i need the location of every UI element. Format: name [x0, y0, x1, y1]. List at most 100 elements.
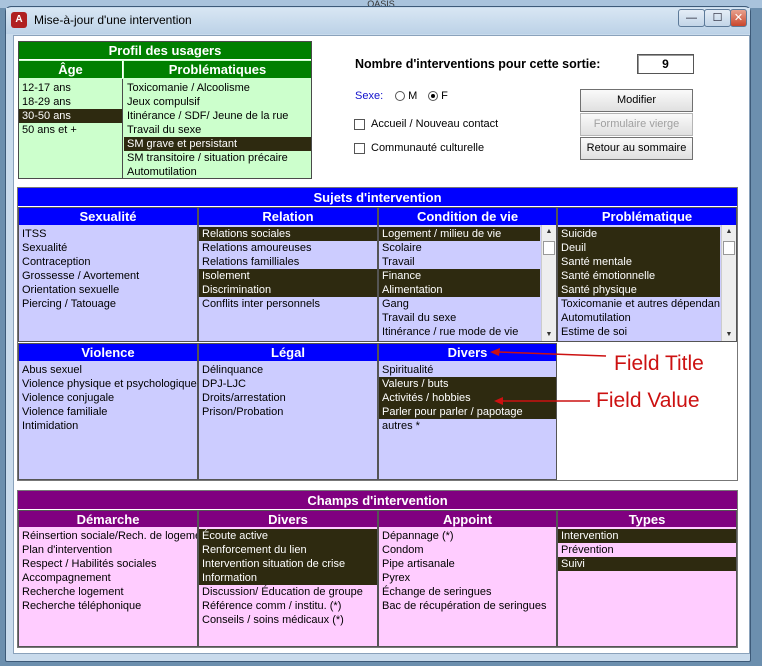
list-item[interactable]: Deuil: [558, 241, 720, 255]
list-item[interactable]: Travail du sexe: [124, 123, 311, 137]
appoint-list[interactable]: Dépannage (*) Condom Pipe artisanale Pyrex É…: [379, 527, 556, 646]
condition-scrollbar[interactable]: ▲ ▼: [541, 225, 556, 341]
list-item[interactable]: DPJ-LJC: [199, 377, 377, 391]
list-item[interactable]: Discussion/ Éducation de groupe: [199, 585, 377, 599]
legal-list[interactable]: Délinquance DPJ-LJC Droits/arrestation Pris…: [199, 361, 377, 479]
list-item[interactable]: 18-29 ans: [19, 95, 122, 109]
list-item[interactable]: Violence conjugale: [19, 391, 197, 405]
accueil-checkbox[interactable]: Accueil / Nouveau contact: [354, 118, 498, 130]
list-item[interactable]: Intervention: [558, 529, 736, 543]
list-item[interactable]: Recherche logement: [19, 585, 197, 599]
relation-list[interactable]: Relations sociales Relations amoureuses Re…: [199, 225, 377, 341]
list-item[interactable]: Gang: [379, 297, 540, 311]
list-item[interactable]: Relations amoureuses: [199, 241, 377, 255]
demarche-list[interactable]: Réinsertion sociale/Rech. de logeme Plan …: [19, 527, 197, 646]
list-item[interactable]: Écoute active: [199, 529, 377, 543]
list-item[interactable]: Santé physique: [558, 283, 720, 297]
list-item[interactable]: Pyrex: [379, 571, 556, 585]
list-item[interactable]: autres *: [379, 419, 556, 433]
list-item[interactable]: Relations familliales: [199, 255, 377, 269]
problematique-list[interactable]: Suicide Deuil Santé mentale Santé émotionne…: [558, 225, 736, 341]
list-item[interactable]: Plan d'intervention: [19, 543, 197, 557]
list-item[interactable]: Suivi: [558, 557, 736, 571]
list-item[interactable]: Conseils / soins médicaux (*): [199, 613, 377, 627]
radio-f[interactable]: [428, 91, 438, 102]
list-item[interactable]: Bac de récupération de seringues: [379, 599, 556, 613]
list-item[interactable]: Pipe artisanale: [379, 557, 556, 571]
list-item[interactable]: Respect / Habilités sociales: [19, 557, 197, 571]
list-item[interactable]: 50 ans et +: [19, 123, 122, 137]
violence-list[interactable]: Abus sexuel Violence physique et psycholo…: [19, 361, 197, 479]
list-item[interactable]: ITSS: [19, 227, 197, 241]
list-item[interactable]: SM transitoire / situation précaire: [124, 151, 311, 165]
list-item[interactable]: Logement / milieu de vie: [379, 227, 540, 241]
list-item[interactable]: 30-50 ans: [19, 109, 122, 123]
list-item[interactable]: Dépannage (*): [379, 529, 556, 543]
count-field[interactable]: 9: [637, 54, 694, 74]
list-item[interactable]: Alimentation: [379, 283, 540, 297]
scroll-thumb[interactable]: [543, 241, 555, 255]
close-button[interactable]: ✕: [730, 9, 747, 27]
scroll-down-icon[interactable]: ▼: [722, 328, 736, 341]
minimize-button[interactable]: —: [678, 9, 705, 27]
list-item[interactable]: Condom: [379, 543, 556, 557]
list-item[interactable]: Prison/Probation: [199, 405, 377, 419]
list-item[interactable]: Piercing / Tatouage: [19, 297, 197, 311]
maximize-button[interactable]: ☐: [704, 9, 731, 27]
sexualite-list[interactable]: ITSS Sexualité Contraception Grossesse / Av…: [19, 225, 197, 341]
list-item[interactable]: Abus sexuel: [19, 363, 197, 377]
list-item[interactable]: 12-17 ans: [19, 81, 122, 95]
list-item[interactable]: Itinérance / rue mode de vie: [379, 325, 540, 339]
list-item[interactable]: Contraception: [19, 255, 197, 269]
scroll-up-icon[interactable]: ▲: [542, 225, 556, 238]
list-item[interactable]: Sexualité: [19, 241, 197, 255]
list-item[interactable]: Prévention: [558, 543, 736, 557]
types-list[interactable]: Intervention Prévention Suivi: [558, 527, 736, 646]
problematiques-list[interactable]: Toxicomanie / Alcoolisme Jeux compulsif It…: [124, 79, 311, 178]
list-item[interactable]: Santé mentale: [558, 255, 720, 269]
sexe-m-option[interactable]: M: [391, 90, 417, 102]
list-item[interactable]: Travail: [379, 255, 540, 269]
list-item[interactable]: Accompagnement: [19, 571, 197, 585]
list-item[interactable]: Grossesse / Avortement: [19, 269, 197, 283]
list-item[interactable]: Suicide: [558, 227, 720, 241]
sexe-f-option[interactable]: F: [424, 90, 448, 102]
list-item[interactable]: Droits/arrestation: [199, 391, 377, 405]
list-item[interactable]: Isolement: [199, 269, 377, 283]
accueil-check[interactable]: [354, 118, 365, 130]
list-item[interactable]: Finance: [379, 269, 540, 283]
list-item[interactable]: Orientation sexuelle: [19, 283, 197, 297]
list-item[interactable]: Toxicomanie et autres dépendan: [558, 297, 720, 311]
list-item[interactable]: Violence familiale: [19, 405, 197, 419]
list-item[interactable]: Estime de soi: [558, 325, 720, 339]
list-item[interactable]: Automutilation: [124, 165, 311, 178]
list-item[interactable]: Recherche téléphonique: [19, 599, 197, 613]
list-item[interactable]: Travail du sexe: [379, 311, 540, 325]
modifier-button[interactable]: Modifier: [580, 89, 693, 112]
condition-list[interactable]: Logement / milieu de vie Scolaire Travail F…: [379, 225, 556, 341]
list-item[interactable]: Référence comm / institu. (*): [199, 599, 377, 613]
list-item[interactable]: Santé émotionnelle: [558, 269, 720, 283]
list-item[interactable]: Intervention situation de crise: [199, 557, 377, 571]
problematique-scrollbar[interactable]: ▲ ▼: [721, 225, 736, 341]
list-item[interactable]: Renforcement du lien: [199, 543, 377, 557]
champs-divers-list[interactable]: Écoute active Renforcement du lien Interve…: [199, 527, 377, 646]
scroll-thumb[interactable]: [723, 241, 735, 255]
radio-m[interactable]: [395, 91, 405, 102]
list-item[interactable]: Intimidation: [19, 419, 197, 433]
scroll-up-icon[interactable]: ▲: [722, 225, 736, 238]
list-item[interactable]: Jeux compulsif: [124, 95, 311, 109]
list-item[interactable]: Violence physique et psychologique: [19, 377, 197, 391]
list-item[interactable]: Discrimination: [199, 283, 377, 297]
list-item[interactable]: Relations sociales: [199, 227, 377, 241]
list-item[interactable]: Échange de seringues: [379, 585, 556, 599]
list-item[interactable]: Itinérance / SDF/ Jeune de la rue: [124, 109, 311, 123]
communaute-checkbox[interactable]: Communauté culturelle: [354, 142, 484, 154]
formulaire-vierge-button[interactable]: Formulaire vierge: [580, 113, 693, 136]
list-item[interactable]: Réinsertion sociale/Rech. de logeme: [19, 529, 197, 543]
age-list[interactable]: 12-17 ans 18-29 ans 30-50 ans 50 ans et +: [19, 79, 123, 178]
list-item[interactable]: Scolaire: [379, 241, 540, 255]
list-item[interactable]: Délinquance: [199, 363, 377, 377]
list-item[interactable]: Conflits inter personnels: [199, 297, 377, 311]
list-item[interactable]: Information: [199, 571, 377, 585]
